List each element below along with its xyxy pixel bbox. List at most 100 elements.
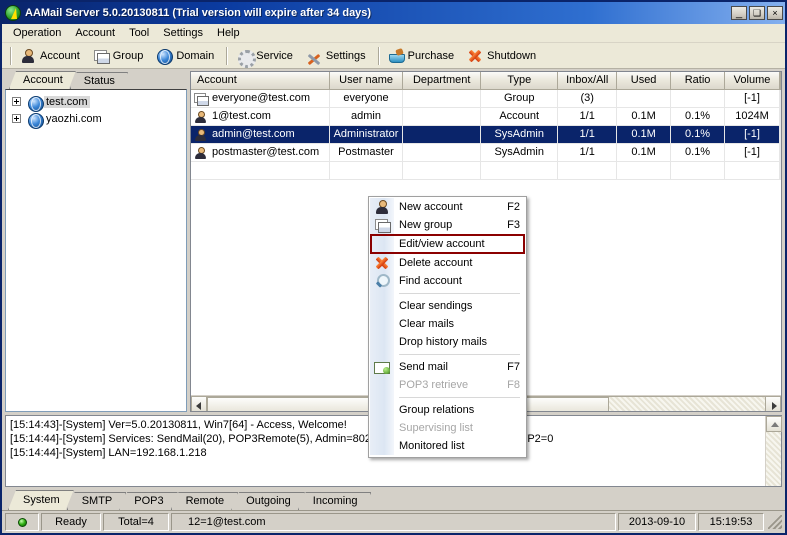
cell-department [403, 144, 482, 161]
toolbar-purchase-button[interactable]: Purchase [383, 45, 462, 67]
cell-account-text: postmaster@test.com [212, 146, 320, 158]
left-tab-strip: Account Status [5, 71, 187, 89]
toolbar-settings-label: Settings [325, 49, 366, 62]
column-header-department[interactable]: Department [403, 72, 482, 90]
cell-inbox-all: (3) [558, 90, 618, 107]
menu-item-account[interactable]: Account [68, 25, 122, 41]
globe-icon [27, 112, 44, 129]
tab-pop3-label: POP3 [134, 495, 164, 507]
menu-delete-account[interactable]: Delete account [369, 254, 526, 272]
tab-incoming[interactable]: Incoming [298, 492, 372, 510]
toolbar: Account Group Domain Service Settings Pu… [2, 43, 785, 69]
close-icon: × [772, 8, 778, 18]
close-button[interactable]: × [767, 6, 783, 20]
cell-type: Account [481, 108, 559, 125]
scroll-track[interactable] [766, 432, 781, 486]
log-tab-strip: System SMTP POP3 Remote Outgoing Incomin… [2, 489, 785, 511]
menu-drop-history-mails-label: Drop history mails [399, 336, 488, 348]
menu-clear-sendings[interactable]: Clear sendings [369, 297, 526, 315]
toolbar-settings-button[interactable]: Settings [301, 45, 374, 67]
tab-system[interactable]: System [8, 490, 74, 510]
cell-volume: [-1] [725, 144, 780, 161]
minimize-icon: _ [735, 7, 743, 19]
maximize-button[interactable]: ❑ [749, 6, 765, 20]
tab-pop3[interactable]: POP3 [119, 492, 177, 510]
toolbar-shutdown-button[interactable]: Shutdown [462, 45, 544, 67]
cell-empty [725, 162, 781, 179]
person-icon [374, 199, 390, 215]
menu-monitored-list[interactable]: Monitored list [369, 437, 526, 455]
tab-remote[interactable]: Remote [171, 492, 239, 510]
menu-group-relations[interactable]: Group relations [369, 401, 526, 419]
menu-send-mail[interactable]: Send mail F7 [369, 358, 526, 376]
tree-label: yaozhi.com [46, 112, 102, 125]
expand-plus-icon[interactable] [12, 97, 21, 106]
menu-item-settings[interactable]: Settings [156, 25, 210, 41]
menu-edit-view-account-label: Edit/view account [399, 238, 485, 250]
log-vertical-scrollbar[interactable] [765, 416, 782, 486]
menu-new-group[interactable]: New group F3 [369, 216, 526, 234]
menu-find-account[interactable]: Find account [369, 272, 526, 290]
red-x-icon [374, 255, 390, 271]
menu-new-account[interactable]: New account F2 [369, 198, 526, 216]
cell-account: postmaster@test.com [191, 144, 330, 161]
gear-icon [236, 48, 257, 68]
table-row[interactable]: postmaster@test.com Postmaster SysAdmin … [191, 144, 781, 162]
tree-item-yaozhi-com[interactable]: yaozhi.com [6, 110, 186, 129]
menu-clear-mails-label: Clear mails [399, 318, 455, 330]
scroll-left-arrow-icon[interactable] [191, 396, 207, 411]
table-row-selected[interactable]: admin@test.com Administrator SysAdmin 1/… [191, 126, 781, 144]
resize-grip-icon[interactable] [768, 515, 782, 529]
cell-filler [780, 144, 781, 161]
toolbar-service-button[interactable]: Service [231, 45, 301, 68]
cell-department [403, 126, 482, 143]
cell-ratio [671, 90, 726, 107]
domain-tree[interactable]: test.com yaozhi.com [5, 89, 187, 412]
green-status-led-icon [17, 517, 27, 527]
tab-status[interactable]: Status [70, 72, 128, 89]
menu-edit-view-account[interactable]: Edit/view account [370, 234, 525, 254]
cell-user-name: Administrator [330, 126, 404, 143]
minimize-button[interactable]: _ [731, 6, 747, 20]
column-header-ratio[interactable]: Ratio [671, 72, 726, 90]
globe-icon [156, 48, 174, 65]
menu-drop-history-mails[interactable]: Drop history mails [369, 333, 526, 351]
toolbar-group-label: Group [112, 49, 144, 62]
menu-clear-mails[interactable]: Clear mails [369, 315, 526, 333]
lightning-icon [5, 5, 21, 21]
toolbar-group-button[interactable]: Group [88, 45, 152, 67]
cell-ratio: 0.1% [671, 108, 726, 125]
cell-department [403, 108, 482, 125]
menu-item-tool[interactable]: Tool [122, 25, 156, 41]
table-row[interactable]: everyone@test.com everyone Group (3) [-1… [191, 90, 781, 108]
column-header-inbox-all[interactable]: Inbox/All [558, 72, 618, 90]
column-header-volume[interactable]: Volume [725, 72, 780, 90]
toolbar-divider-3 [377, 46, 379, 65]
column-header-user-name[interactable]: User name [329, 72, 404, 90]
tab-system-label: System [23, 494, 60, 506]
tab-outgoing[interactable]: Outgoing [231, 492, 305, 510]
account-context-menu[interactable]: New account F2 New group F3 Edit/view ac… [368, 196, 527, 458]
column-header-type[interactable]: Type [481, 72, 559, 90]
scroll-right-arrow-icon[interactable] [765, 396, 781, 411]
table-row[interactable]: 1@test.com admin Account 1/1 0.1M 0.1% 1… [191, 108, 781, 126]
tab-remote-label: Remote [185, 495, 225, 507]
scroll-up-arrow-icon[interactable] [766, 416, 782, 432]
menu-new-group-label: New group [399, 219, 453, 231]
column-header-used[interactable]: Used [617, 72, 672, 90]
toolbar-account-button[interactable]: Account [15, 45, 88, 67]
maximize-icon: ❑ [752, 8, 762, 18]
cell-filler [780, 90, 781, 107]
tab-smtp[interactable]: SMTP [67, 492, 127, 510]
toolbar-domain-button[interactable]: Domain [151, 45, 222, 67]
menu-item-help[interactable]: Help [210, 25, 247, 41]
column-header-account[interactable]: Account [191, 72, 330, 90]
cell-department [403, 90, 482, 107]
context-menu-separator [399, 354, 520, 355]
cell-type: SysAdmin [481, 144, 559, 161]
expand-plus-icon[interactable] [12, 114, 21, 123]
tree-item-test-com[interactable]: test.com [6, 93, 186, 112]
tab-account[interactable]: Account [9, 71, 76, 89]
menu-item-operation[interactable]: Operation [6, 25, 68, 41]
menu-supervising-list: Supervising list [369, 419, 526, 437]
